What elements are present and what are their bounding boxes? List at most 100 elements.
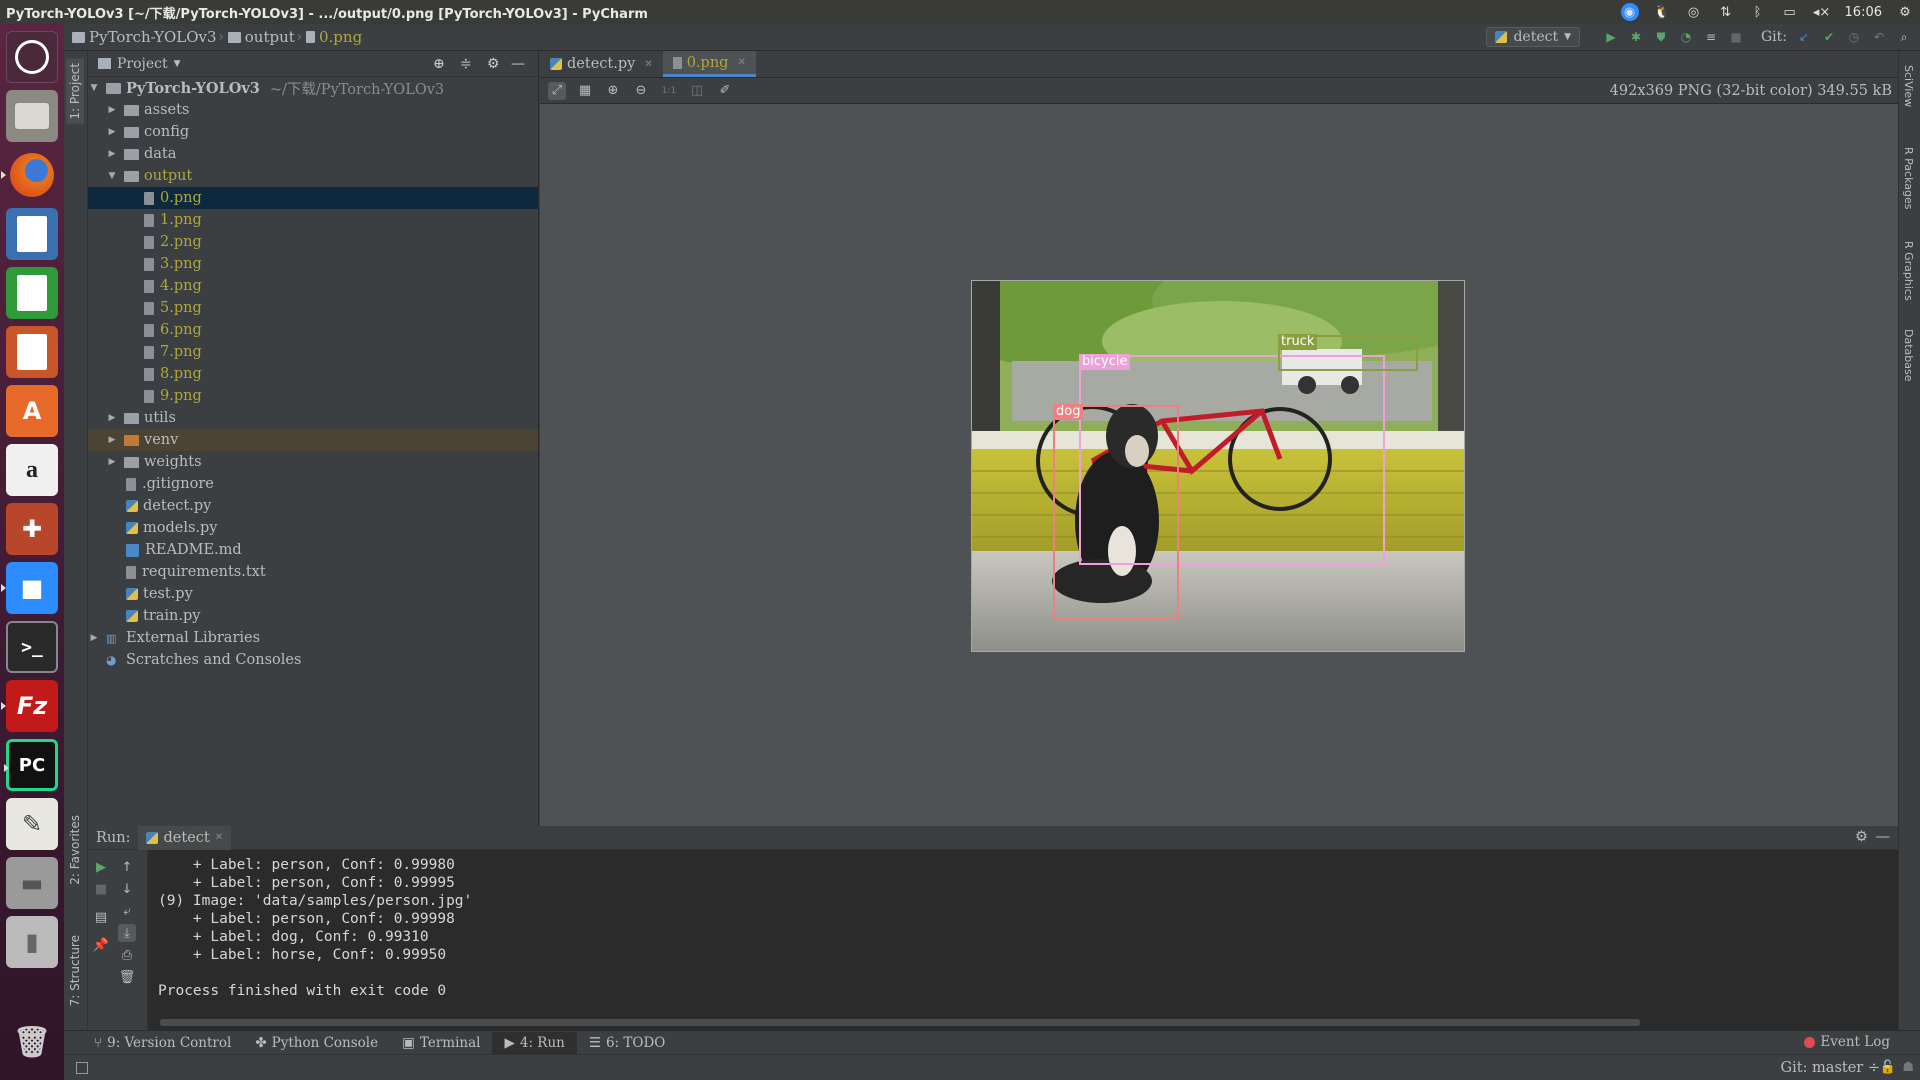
disk-icon[interactable]: ▬ bbox=[6, 857, 58, 909]
text-editor-icon[interactable]: ✎ bbox=[6, 798, 58, 850]
tree-file[interactable]: 8.png bbox=[88, 363, 538, 385]
chevron-down-icon[interactable]: ▼ bbox=[106, 171, 118, 181]
tab-todo[interactable]: ☰ 6: TODO bbox=[577, 1032, 678, 1054]
tab-database[interactable]: Database bbox=[1902, 329, 1915, 382]
tree-file[interactable]: 6.png bbox=[88, 319, 538, 341]
rerun-icon[interactable]: ▶ bbox=[92, 858, 110, 876]
gear-icon[interactable]: ⚙ bbox=[1896, 5, 1914, 20]
tab-0-png[interactable]: 0.png ✕ bbox=[662, 51, 756, 77]
pin-icon[interactable]: 📌 bbox=[92, 936, 110, 954]
software-center-icon[interactable]: A bbox=[6, 385, 58, 437]
scroll-end-icon[interactable]: ⤓ bbox=[118, 924, 136, 942]
tree-file[interactable]: 7.png bbox=[88, 341, 538, 363]
tree-file[interactable]: test.py bbox=[88, 583, 538, 605]
grid-icon[interactable]: ▦ bbox=[576, 82, 594, 100]
chessboard-icon[interactable]: ◫ bbox=[688, 82, 706, 100]
collapse-all-icon[interactable]: ≑ bbox=[460, 56, 472, 72]
hide-panel-icon[interactable]: — bbox=[511, 56, 525, 72]
tree-folder[interactable]: ▶ weights bbox=[88, 451, 538, 473]
fit-to-window-icon[interactable]: ⤢ bbox=[548, 81, 566, 100]
gear-icon[interactable]: ⚙ bbox=[1855, 829, 1868, 845]
files-icon[interactable] bbox=[6, 90, 58, 142]
tree-scratches[interactable]: ◕ Scratches and Consoles bbox=[88, 649, 538, 671]
chevron-right-icon[interactable]: ▶ bbox=[106, 149, 118, 159]
lock-icon[interactable]: 🔓 bbox=[1880, 1060, 1896, 1075]
settings-tools-icon[interactable]: ✚ bbox=[6, 503, 58, 555]
tree-file-selected[interactable]: 0.png bbox=[88, 187, 538, 209]
penguin-tray-icon[interactable]: 🐧 bbox=[1653, 5, 1671, 20]
tree-file[interactable]: 9.png bbox=[88, 385, 538, 407]
writer-icon[interactable] bbox=[6, 208, 58, 260]
concurrency-icon[interactable]: ≡ bbox=[1703, 29, 1719, 45]
chevron-down-icon[interactable]: ▼ bbox=[174, 59, 181, 69]
tree-file[interactable]: train.py bbox=[88, 605, 538, 627]
tree-folder[interactable]: ▶ data bbox=[88, 143, 538, 165]
horizontal-scrollbar[interactable] bbox=[160, 1019, 1640, 1026]
tree-external-libraries[interactable]: ▶ ▥ External Libraries bbox=[88, 627, 538, 649]
git-history-icon[interactable]: ◷ bbox=[1846, 29, 1862, 45]
tab-detect-py[interactable]: detect.py ✕ bbox=[540, 51, 663, 77]
zoom-in-icon[interactable]: ⊕ bbox=[604, 82, 622, 100]
debug-icon[interactable]: ✱ bbox=[1628, 29, 1644, 45]
tab-r-graphics[interactable]: R Graphics bbox=[1902, 241, 1915, 301]
tree-folder[interactable]: ▶ utils bbox=[88, 407, 538, 429]
impress-icon[interactable] bbox=[6, 326, 58, 378]
tree-file[interactable]: detect.py bbox=[88, 495, 538, 517]
tab-project-tool[interactable]: 1: Project bbox=[66, 59, 84, 124]
toggle-tool-windows-icon[interactable] bbox=[76, 1061, 88, 1074]
calc-icon[interactable] bbox=[6, 267, 58, 319]
chevron-right-icon[interactable]: ▶ bbox=[106, 105, 118, 115]
close-icon[interactable]: ✕ bbox=[737, 57, 745, 68]
tab-terminal[interactable]: ▣ Terminal bbox=[390, 1032, 492, 1054]
chevron-down-icon[interactable]: ▼ bbox=[88, 83, 100, 93]
volume-icon[interactable]: ◂× bbox=[1813, 5, 1831, 20]
git-update-icon[interactable]: ↙ bbox=[1796, 29, 1812, 45]
profile-icon[interactable]: ◔ bbox=[1678, 29, 1694, 45]
actual-size-icon[interactable]: 1:1 bbox=[660, 82, 678, 100]
firefox-icon[interactable] bbox=[1, 149, 58, 201]
run-tab-detect[interactable]: detect ✕ bbox=[138, 825, 232, 850]
project-view-dropdown[interactable]: Project bbox=[117, 56, 168, 72]
hide-panel-icon[interactable]: — bbox=[1876, 829, 1891, 845]
amazon-icon[interactable]: a bbox=[6, 444, 58, 496]
tree-root[interactable]: ▼ PyTorch-YOLOv3 ~/下载/PyTorch-YOLOv3 bbox=[88, 77, 538, 99]
terminal-icon[interactable]: >_ bbox=[6, 621, 58, 673]
console-output[interactable]: + Label: person, Conf: 0.99980 + Label: … bbox=[158, 850, 1888, 1030]
pycharm-icon[interactable]: PC bbox=[4, 739, 58, 791]
chevron-right-icon[interactable]: ▶ bbox=[106, 457, 118, 467]
breadcrumb-file[interactable]: 0.png bbox=[306, 28, 362, 46]
ubuntu-dash-icon[interactable] bbox=[6, 31, 58, 83]
tab-python-console[interactable]: ✤ Python Console bbox=[243, 1032, 390, 1054]
chevron-right-icon[interactable]: ▶ bbox=[88, 633, 100, 643]
notifications-icon[interactable]: ☗ bbox=[1902, 1060, 1914, 1075]
locate-icon[interactable]: ⊕ bbox=[433, 56, 445, 72]
tab-run[interactable]: ▶ 4: Run bbox=[492, 1031, 577, 1054]
chevron-right-icon[interactable]: ▶ bbox=[106, 435, 118, 445]
tree-folder-venv[interactable]: ▶ venv bbox=[88, 429, 538, 451]
zoom-app-icon[interactable]: ■ bbox=[1, 562, 58, 614]
tree-file[interactable]: requirements.txt bbox=[88, 561, 538, 583]
tab-structure[interactable]: 7: Structure bbox=[66, 931, 84, 1010]
color-picker-icon[interactable]: ✐ bbox=[716, 82, 734, 100]
filezilla-icon[interactable]: Fz bbox=[1, 680, 58, 732]
breadcrumb-output[interactable]: output bbox=[227, 28, 295, 46]
search-icon[interactable]: ⌕ bbox=[1896, 29, 1912, 45]
zoom-out-icon[interactable]: ⊖ bbox=[632, 82, 650, 100]
tree-file[interactable]: 4.png bbox=[88, 275, 538, 297]
event-log-button[interactable]: Event Log bbox=[1804, 1034, 1890, 1050]
tab-favorites[interactable]: 2: Favorites bbox=[66, 811, 84, 889]
git-branch[interactable]: Git: master ÷ bbox=[1781, 1060, 1880, 1076]
tree-file[interactable]: 5.png bbox=[88, 297, 538, 319]
scroll-up-icon[interactable]: ↑ bbox=[118, 858, 136, 876]
trash-icon[interactable]: 🗑 bbox=[6, 1016, 58, 1068]
battery-icon[interactable]: ▭ bbox=[1781, 5, 1799, 20]
clock[interactable]: 16:06 bbox=[1845, 5, 1882, 20]
scroll-down-icon[interactable]: ↓ bbox=[118, 880, 136, 898]
tree-folder[interactable]: ▶ assets bbox=[88, 99, 538, 121]
bluetooth-icon[interactable]: ᛒ bbox=[1749, 5, 1767, 20]
tree-file[interactable]: 1.png bbox=[88, 209, 538, 231]
stop-icon[interactable]: ■ bbox=[1728, 29, 1744, 45]
chevron-right-icon[interactable]: ▶ bbox=[106, 413, 118, 423]
tree-file[interactable]: 3.png bbox=[88, 253, 538, 275]
tab-sciview[interactable]: SciView bbox=[1902, 65, 1915, 107]
